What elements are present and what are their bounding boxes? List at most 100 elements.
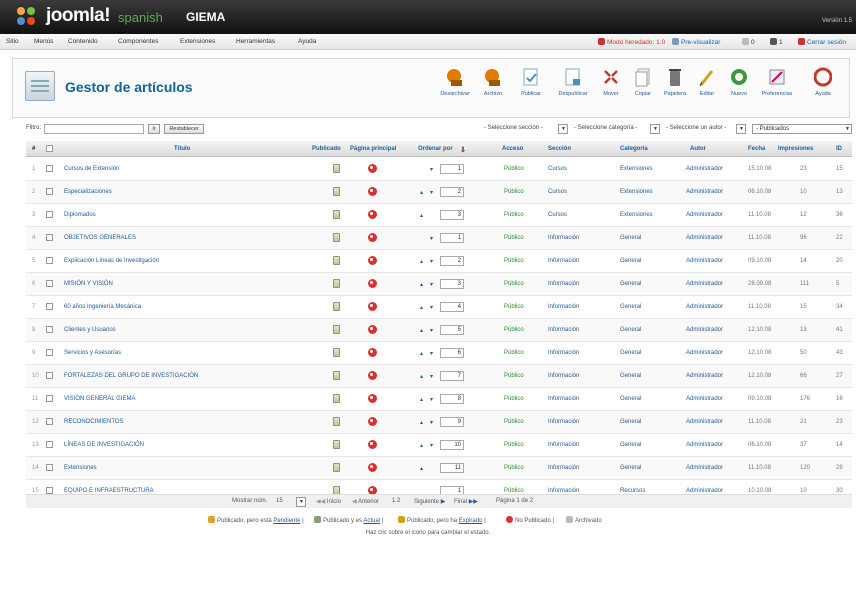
author-link[interactable]: Administrador: [686, 396, 723, 402]
order-up-icon[interactable]: ▴: [420, 258, 423, 265]
author-link[interactable]: Administrador: [686, 327, 723, 333]
frontpage-no-icon[interactable]: [368, 394, 377, 403]
section-link[interactable]: Información: [548, 235, 579, 241]
order-input[interactable]: 11: [440, 463, 464, 473]
row-checkbox[interactable]: [46, 395, 53, 402]
menu-menus[interactable]: Menús: [34, 38, 54, 45]
state-select[interactable]: - Publicados: [752, 124, 852, 134]
access-link[interactable]: Público: [504, 327, 524, 333]
section-link[interactable]: Información: [548, 258, 579, 264]
category-link[interactable]: General: [620, 419, 641, 425]
published-icon[interactable]: [333, 394, 340, 403]
frontpage-no-icon[interactable]: [368, 164, 377, 173]
col-category[interactable]: Categoría: [620, 146, 648, 152]
category-link[interactable]: Extensiones: [620, 212, 653, 218]
col-frontpage[interactable]: Página principal: [350, 146, 396, 152]
section-link[interactable]: Cursos: [548, 189, 567, 195]
access-link[interactable]: Público: [504, 258, 524, 264]
article-title-link[interactable]: Diplomados: [64, 212, 96, 218]
order-down-icon[interactable]: ▾: [430, 189, 433, 196]
order-input[interactable]: 10: [440, 440, 464, 450]
order-up-icon[interactable]: ▴: [420, 304, 423, 311]
category-link[interactable]: General: [620, 396, 641, 402]
unarchive-button[interactable]: Desarchivar: [435, 67, 475, 115]
published-icon[interactable]: [333, 371, 340, 380]
order-up-icon[interactable]: ▴: [420, 189, 423, 196]
author-link[interactable]: Administrador: [686, 166, 723, 172]
row-checkbox[interactable]: [46, 441, 53, 448]
access-link[interactable]: Público: [504, 396, 524, 402]
article-title-link[interactable]: Explicación Líneas de Investigación: [64, 258, 159, 264]
category-link[interactable]: General: [620, 442, 641, 448]
author-link[interactable]: Administrador: [686, 281, 723, 287]
frontpage-no-icon[interactable]: [368, 233, 377, 242]
row-checkbox[interactable]: [46, 257, 53, 264]
order-up-icon[interactable]: ▴: [420, 396, 423, 403]
pager-start[interactable]: ◀◀ Inicio: [316, 498, 341, 505]
display-num-select[interactable]: [296, 497, 306, 507]
frontpage-no-icon[interactable]: [368, 417, 377, 426]
frontpage-no-icon[interactable]: [368, 440, 377, 449]
access-link[interactable]: Público: [504, 350, 524, 356]
row-checkbox[interactable]: [46, 326, 53, 333]
pager-end[interactable]: Final ▶▶: [454, 498, 478, 505]
order-up-icon[interactable]: ▴: [420, 373, 423, 380]
access-link[interactable]: Público: [504, 166, 524, 172]
order-input[interactable]: 7: [440, 371, 464, 381]
category-link[interactable]: General: [620, 281, 641, 287]
frontpage-no-icon[interactable]: [368, 210, 377, 219]
select-all-checkbox[interactable]: [46, 145, 53, 152]
col-date[interactable]: Fecha: [748, 146, 765, 152]
menu-herramientas[interactable]: Herramientas: [236, 38, 275, 45]
frontpage-no-icon[interactable]: [368, 302, 377, 311]
published-icon[interactable]: [333, 348, 340, 357]
help-button[interactable]: Ayuda: [803, 67, 843, 115]
access-link[interactable]: Público: [504, 189, 524, 195]
category-link[interactable]: Extensiones: [620, 166, 653, 172]
access-link[interactable]: Público: [504, 373, 524, 379]
author-link[interactable]: Administrador: [686, 212, 723, 218]
order-down-icon[interactable]: ▾: [430, 281, 433, 288]
order-down-icon[interactable]: ▾: [430, 258, 433, 265]
section-link[interactable]: Información: [548, 465, 579, 471]
section-link[interactable]: Información: [548, 442, 579, 448]
publish-button[interactable]: Publicar: [511, 67, 551, 115]
order-input[interactable]: 6: [440, 348, 464, 358]
article-title-link[interactable]: Especializaciones: [64, 189, 112, 195]
frontpage-no-icon[interactable]: [368, 325, 377, 334]
new-button[interactable]: Nuevo: [719, 67, 759, 115]
published-icon[interactable]: [333, 187, 340, 196]
row-checkbox[interactable]: [46, 349, 53, 356]
published-icon[interactable]: [333, 233, 340, 242]
published-icon[interactable]: [333, 325, 340, 334]
article-title-link[interactable]: RECONOCIMIENTOS: [64, 419, 124, 425]
published-icon[interactable]: [333, 417, 340, 426]
order-down-icon[interactable]: ▾: [430, 166, 433, 173]
menu-ayuda[interactable]: Ayuda: [298, 38, 316, 45]
access-link[interactable]: Público: [504, 235, 524, 241]
author-link[interactable]: Administrador: [686, 304, 723, 310]
pager-next[interactable]: Siguiente ▶: [414, 498, 445, 505]
row-checkbox[interactable]: [46, 211, 53, 218]
menu-sitio[interactable]: Sitio: [6, 38, 19, 45]
order-up-icon[interactable]: ▴: [420, 350, 423, 357]
unpublish-button[interactable]: Despublicar: [553, 67, 593, 115]
published-icon[interactable]: [333, 279, 340, 288]
access-link[interactable]: Público: [504, 281, 524, 287]
order-down-icon[interactable]: ▾: [430, 442, 433, 449]
order-up-icon[interactable]: ▴: [420, 465, 423, 472]
order-up-icon[interactable]: ▴: [420, 212, 423, 219]
filter-reset-button[interactable]: Restablecer: [164, 124, 204, 134]
article-title-link[interactable]: Extensiones: [64, 465, 97, 471]
article-title-link[interactable]: Clientes y Usuarios: [64, 327, 116, 333]
category-link[interactable]: General: [620, 350, 641, 356]
order-down-icon[interactable]: ▾: [430, 235, 433, 242]
order-input[interactable]: 3: [440, 279, 464, 289]
messages-count[interactable]: 0: [742, 38, 755, 46]
row-checkbox[interactable]: [46, 165, 53, 172]
preferences-button[interactable]: Preferencias: [757, 67, 797, 115]
row-checkbox[interactable]: [46, 464, 53, 471]
order-input[interactable]: 4: [440, 302, 464, 312]
author-link[interactable]: Administrador: [686, 235, 723, 241]
author-link[interactable]: Administrador: [686, 442, 723, 448]
